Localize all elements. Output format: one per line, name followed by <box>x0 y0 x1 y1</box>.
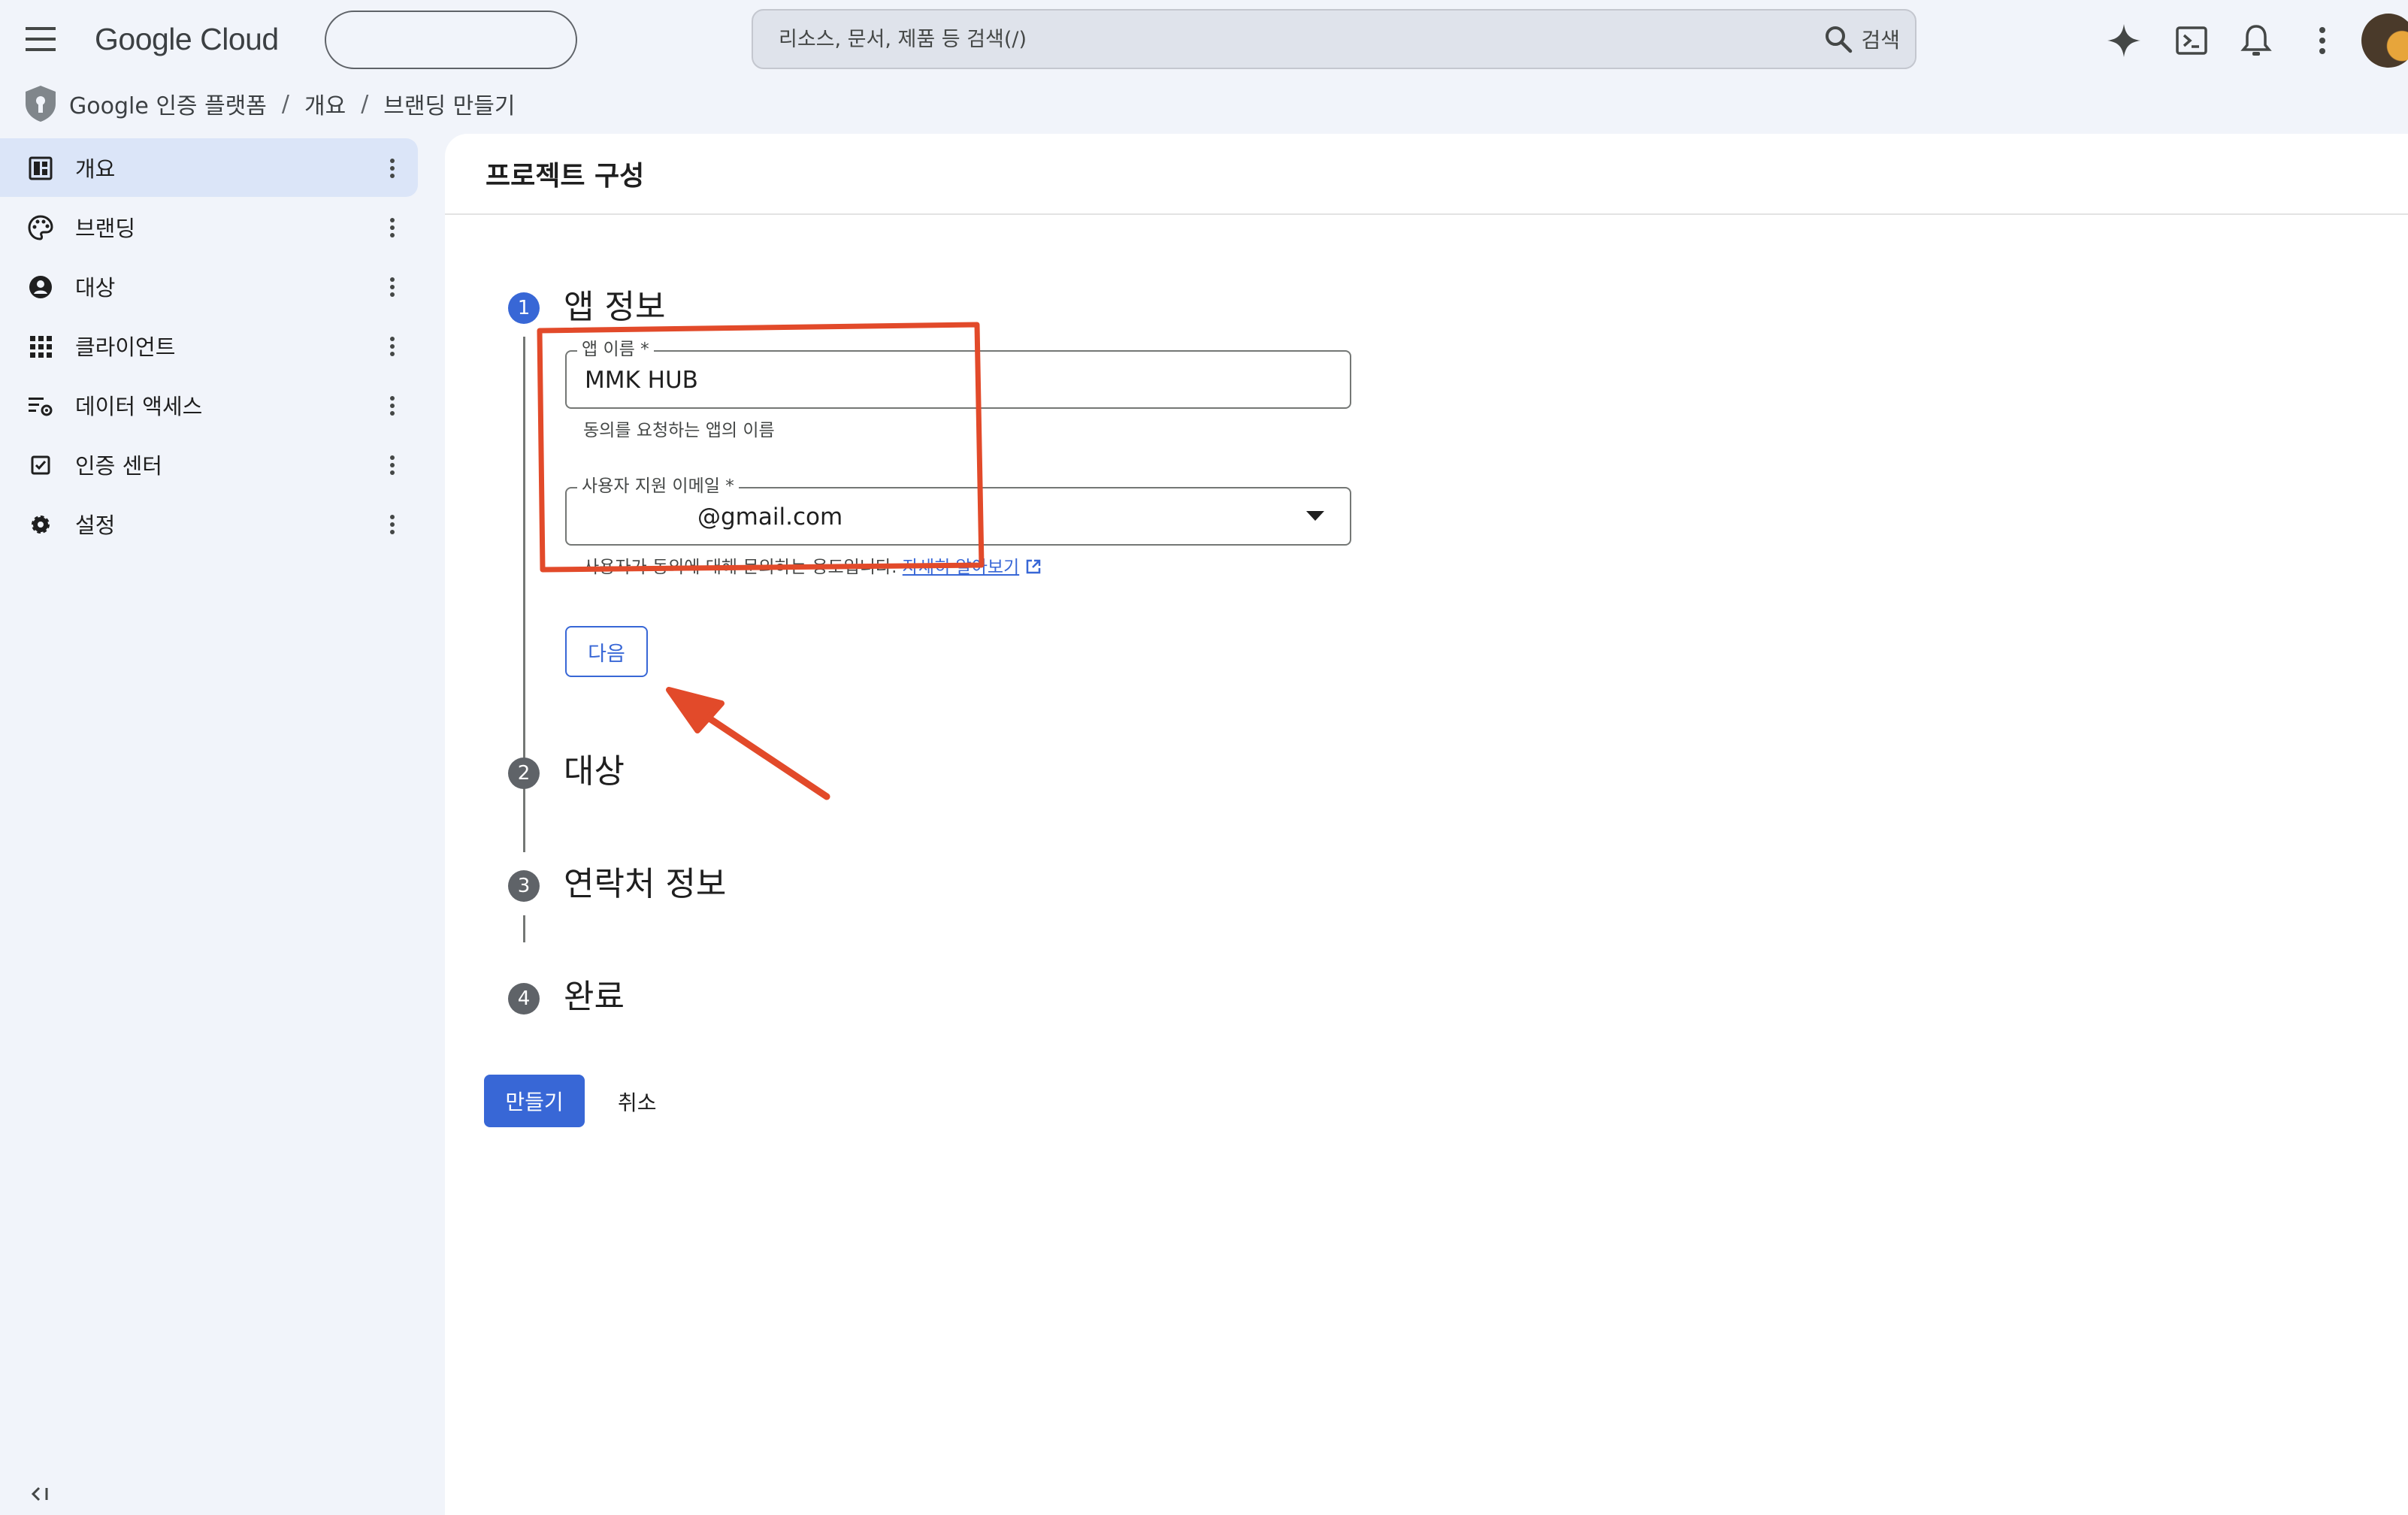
sidebar-item-label: 클라이언트 <box>75 334 176 360</box>
sidebar-item-data-access[interactable]: 데이터 액세스 <box>0 376 418 434</box>
support-email-hint-text: 사용자가 동의에 대해 문의하는 용도입니다. <box>583 558 897 577</box>
gear-icon <box>32 516 50 534</box>
support-email-value: @gmail.com <box>697 503 843 531</box>
notifications-bell-icon[interactable] <box>2237 21 2276 60</box>
step-2-title[interactable]: 대상 <box>564 744 625 792</box>
external-link-icon[interactable] <box>1025 558 1042 575</box>
sidebar-item-verification-center[interactable]: 인증 센터 <box>0 435 418 494</box>
breadcrumb-overview[interactable]: 개요 <box>304 87 346 120</box>
google-cloud-logo[interactable]: Google Cloud <box>95 18 279 60</box>
item-more-icon[interactable] <box>382 511 403 538</box>
item-more-icon[interactable] <box>382 155 403 182</box>
step-2-number: 2 <box>508 758 540 789</box>
sidebar-item-label: 데이터 액세스 <box>75 394 203 419</box>
search-icon <box>1826 26 1853 53</box>
step-4-title[interactable]: 완료 <box>564 969 625 1018</box>
data-settings-icon <box>29 398 53 416</box>
apps-grid-icon <box>30 336 52 358</box>
sidebar-item-settings[interactable]: 설정 <box>0 494 418 553</box>
step-4-number: 4 <box>508 983 540 1015</box>
dashboard-icon <box>29 156 53 180</box>
app-name-label: 앱 이름 * <box>577 338 654 361</box>
cancel-button[interactable]: 취소 <box>618 1087 657 1117</box>
gemini-sparkle-icon[interactable] <box>2104 21 2143 60</box>
main-header: 프로젝트 구성 <box>445 134 2408 215</box>
search-button-label: 검색 <box>1861 28 1900 53</box>
shield-icon <box>26 86 56 122</box>
step-connector <box>523 915 525 942</box>
support-email-label: 사용자 지원 이메일 * <box>577 475 739 497</box>
palette-icon <box>28 215 53 240</box>
dropdown-arrow-icon[interactable] <box>1306 511 1324 522</box>
app-name-hint: 동의를 요청하는 앱의 이름 <box>583 421 775 440</box>
step-3-number: 3 <box>508 870 540 902</box>
breadcrumb-separator: / <box>281 90 289 117</box>
breadcrumb: Google 인증 플랫폼 / 개요 / 브랜딩 만들기 <box>23 83 515 125</box>
verified-checkbox-icon <box>31 455 50 475</box>
sidebar: 개요 브랜딩 대상 클라이언트 데이터 액세스 인증 센터 설정 <box>0 138 443 554</box>
account-circle-icon <box>29 276 52 298</box>
sidebar-item-label: 개요 <box>75 156 116 182</box>
search-bar: 검색 <box>752 9 1916 69</box>
sidebar-item-audience[interactable]: 대상 <box>0 257 418 316</box>
sidebar-item-label: 브랜딩 <box>75 216 136 241</box>
sidebar-item-clients[interactable]: 클라이언트 <box>0 316 418 375</box>
item-more-icon[interactable] <box>382 452 403 479</box>
breadcrumb-auth-platform[interactable]: Google 인증 플랫폼 <box>69 87 267 120</box>
breadcrumb-separator: / <box>361 90 369 117</box>
step-3-title[interactable]: 연락처 정보 <box>564 857 726 905</box>
sidebar-item-label: 대상 <box>75 275 116 301</box>
sidebar-item-label: 인증 센터 <box>75 453 162 479</box>
support-email-hint: 사용자가 동의에 대해 문의하는 용도입니다. 자세히 알아보기 <box>583 552 1042 578</box>
app-name-field[interactable]: 앱 이름 * <box>565 338 1351 409</box>
app-name-input[interactable] <box>585 367 1290 394</box>
collapse-sidebar-icon[interactable] <box>27 1480 54 1507</box>
main-menu-icon[interactable] <box>23 23 62 56</box>
cloud-shell-terminal-icon[interactable] <box>2172 21 2211 60</box>
page-title: 프로젝트 구성 <box>486 161 645 192</box>
item-more-icon[interactable] <box>382 274 403 301</box>
sidebar-item-branding[interactable]: 브랜딩 <box>0 198 418 256</box>
more-options-icon[interactable] <box>2303 21 2342 60</box>
learn-more-link[interactable]: 자세히 알아보기 <box>903 558 1019 577</box>
item-more-icon[interactable] <box>382 333 403 360</box>
project-picker-button[interactable] <box>325 11 577 69</box>
search-button[interactable]: 검색 <box>1823 18 1900 60</box>
top-bar: Google Cloud 검색 <box>0 0 2408 80</box>
step-1-title[interactable]: 앱 정보 <box>564 280 665 328</box>
item-more-icon[interactable] <box>382 214 403 241</box>
user-avatar[interactable] <box>2361 14 2408 68</box>
step-connector <box>523 803 525 830</box>
create-button[interactable]: 만들기 <box>484 1075 585 1127</box>
sidebar-item-overview[interactable]: 개요 <box>0 138 418 197</box>
breadcrumb-create-branding: 브랜딩 만들기 <box>383 93 516 119</box>
sidebar-item-label: 설정 <box>75 513 116 538</box>
step-1-number: 1 <box>508 292 540 324</box>
next-button[interactable]: 다음 <box>565 626 648 677</box>
support-email-field[interactable]: 사용자 지원 이메일 * @gmail.com <box>565 475 1351 546</box>
search-input[interactable] <box>779 11 1756 68</box>
item-more-icon[interactable] <box>382 392 403 419</box>
main-panel: 프로젝트 구성 1 앱 정보 앱 이름 * 동의를 요청하는 앱의 이름 사용자… <box>445 134 2408 1515</box>
